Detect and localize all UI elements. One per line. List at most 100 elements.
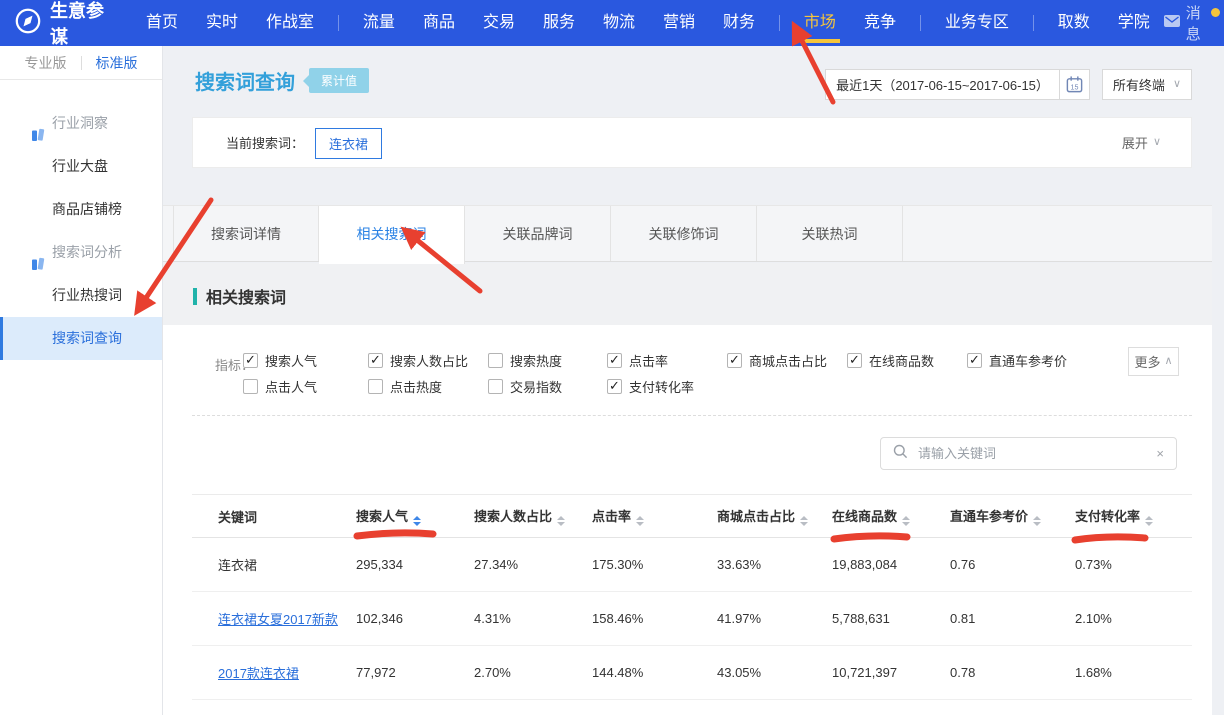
checkbox-checked-icon[interactable] <box>847 353 862 368</box>
metric-label: 点击热度 <box>390 377 442 396</box>
sort-icon[interactable] <box>413 516 421 526</box>
more-metrics-button[interactable]: 更多 ∧ <box>1128 347 1179 376</box>
clear-input-icon[interactable]: × <box>1156 446 1164 461</box>
tab-related-search-words[interactable]: 相关搜索词 <box>319 206 465 264</box>
value-cell: 0.81 <box>950 611 1075 626</box>
metric-checkbox-click-popularity[interactable]: 点击人气 <box>243 377 368 396</box>
notification-dot-badge <box>1211 8 1220 17</box>
sort-icon[interactable] <box>636 516 644 526</box>
keyword-search-input[interactable] <box>916 445 1148 462</box>
checkbox-checked-icon[interactable] <box>727 353 742 368</box>
metric-checkbox-mall-click-share[interactable]: 商城点击占比 <box>727 351 847 370</box>
sidebar: 专业版 标准版 行业洞察 行业大盘 商品店铺榜 <box>0 46 163 715</box>
sort-icon[interactable] <box>1033 516 1041 526</box>
nav-item-home[interactable]: 首页 <box>146 0 178 46</box>
col-header-mall-click-share[interactable]: 商城点击占比 <box>717 506 832 526</box>
terminal-filter-dropdown[interactable]: 所有终端 ∨ <box>1102 69 1192 100</box>
related-search-table: 关键词 搜索人气 搜索人数占比 点击率 商城点击占比 在线商品数 直通车参考价 <box>192 494 1192 700</box>
expand-toggle[interactable]: 展开 ∨ <box>1122 118 1161 167</box>
col-header-click-rate[interactable]: 点击率 <box>592 506 717 526</box>
value-cell: 4.31% <box>474 611 592 626</box>
tabstrip-filler <box>903 206 1212 261</box>
value-cell: 10,721,397 <box>832 665 950 680</box>
nav-item-realtime[interactable]: 实时 <box>206 0 238 46</box>
checkbox-checked-icon[interactable] <box>368 353 383 368</box>
col-header-search-popularity[interactable]: 搜索人气 <box>356 506 474 526</box>
value-cell: 0.73% <box>1075 557 1192 572</box>
metric-checkbox-online-products[interactable]: 在线商品数 <box>847 351 967 370</box>
cumulative-value-badge: 累计值 <box>309 68 369 93</box>
checkbox-checked-icon[interactable] <box>967 353 982 368</box>
nav-item-service[interactable]: 服务 <box>543 0 575 46</box>
nav-item-product[interactable]: 商品 <box>423 0 455 46</box>
current-search-term-tag[interactable]: 连衣裙 <box>315 128 382 159</box>
tab-related-hot-words[interactable]: 关联热词 <box>757 206 903 261</box>
expand-label: 展开 <box>1122 133 1148 152</box>
metric-label: 搜索人数占比 <box>390 351 468 370</box>
content-panel: 指标： 搜索人气 搜索人数占比 搜索热度 点击率 商城点击占比 <box>163 325 1212 715</box>
tab-search-word-detail[interactable]: 搜索词详情 <box>173 206 319 261</box>
nav-item-academy[interactable]: 学院 <box>1118 0 1150 46</box>
nav-item-data-fetch[interactable]: 取数 <box>1058 0 1090 46</box>
checkbox-unchecked-icon[interactable] <box>368 379 383 394</box>
nav-divider <box>779 15 780 31</box>
metric-checkbox-click-heat[interactable]: 点击热度 <box>368 377 488 396</box>
keyword-link[interactable]: 连衣裙女夏2017新款 <box>218 612 338 627</box>
tab-related-brand-words[interactable]: 关联品牌词 <box>465 206 611 261</box>
group-label: 行业洞察 <box>52 115 108 131</box>
content-tabs: 搜索词详情 相关搜索词 关联品牌词 关联修饰词 关联热词 <box>163 205 1212 262</box>
checkbox-unchecked-icon[interactable] <box>488 353 503 368</box>
tab-pro-version[interactable]: 专业版 <box>25 53 67 73</box>
nav-item-logistics[interactable]: 物流 <box>603 0 635 46</box>
app-window: 生意参谋 首页 实时 作战室 流量 商品 交易 服务 物流 营销 财务 市场 竞… <box>0 0 1224 715</box>
calendar-icon[interactable]: 15 <box>1059 70 1089 99</box>
col-header-searcher-share[interactable]: 搜索人数占比 <box>474 506 592 526</box>
sidebar-item-hot-search-words[interactable]: 行业热搜词 <box>0 274 162 317</box>
metric-checkbox-trade-index[interactable]: 交易指数 <box>488 377 607 396</box>
checkbox-unchecked-icon[interactable] <box>243 379 258 394</box>
metric-checkbox-ztc-ref-price[interactable]: 直通车参考价 <box>967 351 1097 370</box>
nav-item-market[interactable]: 市场 <box>804 0 836 46</box>
sidebar-item-product-shop-rank[interactable]: 商品店铺榜 <box>0 188 162 231</box>
sidebar-item-search-word-query[interactable]: 搜索词查询 <box>0 317 162 360</box>
nav-item-warroom[interactable]: 作战室 <box>266 0 314 46</box>
chevron-down-icon: ∨ <box>1173 79 1181 90</box>
col-header-payment-conversion[interactable]: 支付转化率 <box>1075 506 1192 526</box>
checkbox-checked-icon[interactable] <box>243 353 258 368</box>
sidebar-item-industry-overview[interactable]: 行业大盘 <box>0 145 162 188</box>
nav-item-trade[interactable]: 交易 <box>483 0 515 46</box>
sort-icon[interactable] <box>1145 516 1153 526</box>
sort-icon[interactable] <box>902 516 910 526</box>
date-range-picker[interactable]: 最近1天（2017-06-15~2017-06-15） 15 <box>825 69 1090 100</box>
checkbox-checked-icon[interactable] <box>607 353 622 368</box>
tab-standard-version[interactable]: 标准版 <box>96 53 138 73</box>
metric-checkbox-searcher-share[interactable]: 搜索人数占比 <box>368 351 488 370</box>
nav-item-business-zone[interactable]: 业务专区 <box>945 0 1009 46</box>
envelope-icon <box>1164 14 1180 32</box>
tab-related-modifier-words[interactable]: 关联修饰词 <box>611 206 757 261</box>
metric-checkbox-search-popularity[interactable]: 搜索人气 <box>243 351 368 370</box>
nav-item-marketing[interactable]: 营销 <box>663 0 695 46</box>
terminal-filter-value: 所有终端 <box>1113 75 1165 94</box>
keyword-link[interactable]: 2017款连衣裙 <box>218 666 299 681</box>
brand-logo-icon <box>14 7 42 40</box>
value-cell: 175.30% <box>592 557 717 572</box>
metric-checkbox-search-heat[interactable]: 搜索热度 <box>488 351 607 370</box>
checkbox-unchecked-icon[interactable] <box>488 379 503 394</box>
nav-item-competition[interactable]: 竞争 <box>864 0 896 46</box>
brand[interactable]: 生意参谋 <box>14 0 110 49</box>
metric-label: 搜索热度 <box>510 351 562 370</box>
sort-icon[interactable] <box>557 516 565 526</box>
sidebar-version-tabs: 专业版 标准版 <box>0 46 162 80</box>
col-header-online-products[interactable]: 在线商品数 <box>832 506 950 526</box>
nav-item-traffic[interactable]: 流量 <box>363 0 395 46</box>
more-label: 更多 <box>1134 352 1160 371</box>
nav-item-finance[interactable]: 财务 <box>723 0 755 46</box>
col-header-ztc-ref-price[interactable]: 直通车参考价 <box>950 506 1075 526</box>
table-row: 2017款连衣裙 77,972 2.70% 144.48% 43.05% 10,… <box>192 646 1192 700</box>
metric-checkbox-payment-conversion[interactable]: 支付转化率 <box>607 377 727 396</box>
metric-checkbox-click-rate[interactable]: 点击率 <box>607 351 727 370</box>
messages-button[interactable]: 消息 <box>1164 2 1210 44</box>
sort-icon[interactable] <box>800 516 808 526</box>
checkbox-checked-icon[interactable] <box>607 379 622 394</box>
